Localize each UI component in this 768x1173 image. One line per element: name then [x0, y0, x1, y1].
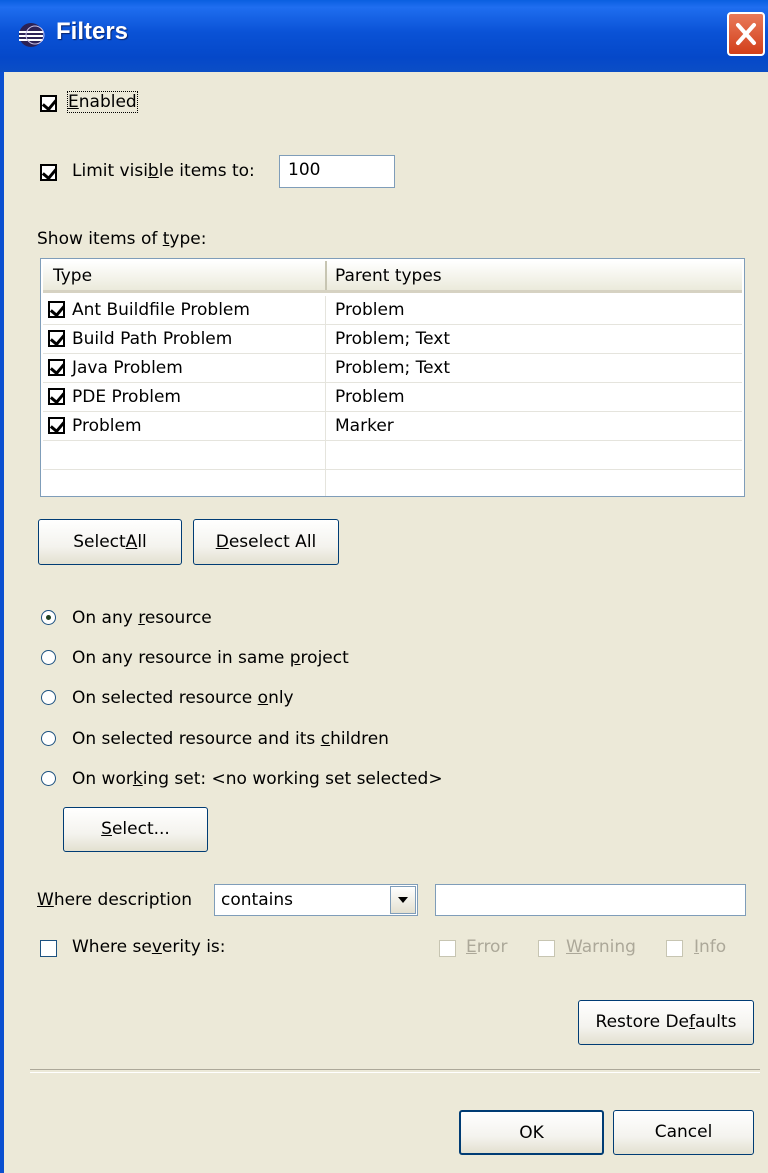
row-parent-types: Problem; Text [335, 358, 451, 378]
select-working-set-button[interactable]: Select... [63, 807, 208, 852]
severity-error-label: Error [466, 937, 508, 957]
radio-selected-children[interactable] [41, 731, 56, 746]
close-icon [736, 23, 756, 45]
severity-info-checkbox[interactable] [666, 940, 683, 957]
radio-any-resource-label[interactable]: On any resource [72, 608, 212, 628]
radio-selected-only-label[interactable]: On selected resource only [72, 688, 294, 708]
description-operator-select[interactable]: contains [214, 884, 418, 916]
chevron-down-icon[interactable] [390, 886, 416, 914]
table-row-empty [43, 470, 742, 496]
severity-info-label: Info [694, 937, 727, 957]
description-label: Where description [37, 890, 193, 910]
window-title: Filters [56, 18, 129, 45]
table-row[interactable]: Java Problem Problem; Text [43, 354, 742, 383]
severity-error-checkbox[interactable] [439, 940, 456, 957]
row-checkbox[interactable] [48, 301, 65, 318]
limit-label: Limit visible items to: [72, 161, 255, 181]
row-parent-types: Problem [335, 387, 405, 407]
close-button[interactable] [727, 12, 765, 56]
enabled-checkbox[interactable] [40, 95, 57, 112]
row-type: Ant Buildfile Problem [72, 300, 250, 320]
radio-working-set[interactable] [41, 771, 56, 786]
types-label: Show items of type: [37, 229, 207, 249]
table-row-empty [43, 441, 742, 470]
limit-input[interactable]: 100 [279, 155, 395, 188]
severity-warning-checkbox[interactable] [538, 940, 555, 957]
column-divider[interactable] [325, 261, 327, 290]
select-all-button[interactable]: Select All [38, 519, 182, 565]
enabled-label[interactable]: Enabled [67, 91, 138, 113]
radio-any-resource[interactable] [41, 610, 56, 625]
severity-checkbox[interactable] [40, 940, 57, 957]
title-bar: Filters [0, 0, 768, 72]
description-text-input[interactable] [435, 884, 746, 916]
row-type: PDE Problem [72, 387, 181, 407]
table-header: Type Parent types [43, 261, 742, 293]
radio-working-set-label[interactable]: On working set: <no working set selected… [72, 769, 443, 789]
types-table[interactable]: Type Parent types Ant Buildfile Problem … [40, 258, 745, 497]
row-checkbox[interactable] [48, 330, 65, 347]
row-type: Problem [72, 416, 142, 436]
row-parent-types: Marker [335, 416, 394, 436]
row-checkbox[interactable] [48, 359, 65, 376]
cancel-button[interactable]: Cancel [613, 1110, 754, 1155]
table-row[interactable]: Build Path Problem Problem; Text [43, 325, 742, 354]
table-row[interactable]: Problem Marker [43, 412, 742, 441]
eclipse-icon [14, 20, 48, 50]
row-type: Build Path Problem [72, 329, 233, 349]
limit-checkbox[interactable] [40, 164, 57, 181]
radio-same-project[interactable] [41, 650, 56, 665]
severity-warning-label: Warning [566, 937, 636, 957]
row-type: Java Problem [72, 358, 183, 378]
radio-selected-only[interactable] [41, 690, 56, 705]
restore-defaults-button[interactable]: Restore Defaults [578, 1000, 754, 1045]
ok-button[interactable]: OK [459, 1110, 604, 1155]
row-parent-types: Problem; Text [335, 329, 451, 349]
severity-label: Where severity is: [72, 937, 226, 957]
separator [30, 1069, 760, 1073]
column-header-type[interactable]: Type [53, 266, 92, 286]
operator-value: contains [221, 890, 293, 910]
window-frame [0, 72, 4, 1173]
row-checkbox[interactable] [48, 388, 65, 405]
table-row[interactable]: Ant Buildfile Problem Problem [43, 296, 742, 325]
table-row[interactable]: PDE Problem Problem [43, 383, 742, 412]
radio-same-project-label[interactable]: On any resource in same project [72, 648, 349, 668]
row-parent-types: Problem [335, 300, 405, 320]
radio-selected-children-label[interactable]: On selected resource and its children [72, 729, 389, 749]
deselect-all-button[interactable]: Deselect All [193, 519, 339, 565]
column-header-parent-types[interactable]: Parent types [335, 266, 442, 286]
row-checkbox[interactable] [48, 417, 65, 434]
